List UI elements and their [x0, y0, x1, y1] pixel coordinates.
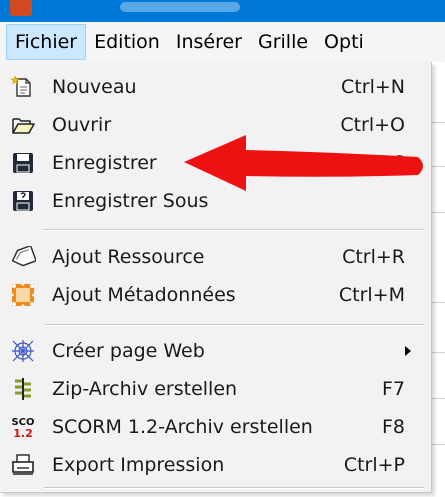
menu-item-zip-archiv[interactable]: Zip-Archiv erstellen F7: [0, 371, 431, 408]
resource-tag-icon: [10, 245, 36, 269]
menu-item-scorm-archiv[interactable]: SCO 1.2 SCORM 1.2-Archiv erstellen F8: [0, 409, 431, 446]
menu-item-shortcut: Ctrl+O: [340, 114, 405, 136]
scorm-icon-bottom-text: 1.2: [13, 427, 33, 440]
menu-edition[interactable]: Edition: [86, 22, 168, 62]
save-as-disk-icon: [10, 189, 36, 213]
menu-item-label: Créer page Web: [52, 340, 205, 362]
menu-inserer[interactable]: Insérer: [168, 22, 250, 62]
menu-item-shortcut: Ctrl+P: [343, 454, 405, 476]
menu-options[interactable]: Opti: [316, 22, 372, 62]
menu-item-label: Ajout Métadonnées: [52, 284, 236, 306]
scorm-icon: SCO 1.2: [10, 415, 36, 440]
background-document-edge: [432, 62, 445, 497]
window-title: [120, 2, 240, 12]
metadata-frame-icon: [10, 283, 36, 307]
menu-separator: [44, 487, 424, 489]
menu-item-label: SCORM 1.2-Archiv erstellen: [52, 416, 313, 438]
menu-item-ouvrir[interactable]: Ouvrir Ctrl+O: [0, 107, 431, 144]
zip-archive-icon: [10, 377, 36, 401]
menu-item-enregistrer[interactable]: Enregistrer Ctrl+S: [0, 145, 431, 182]
menu-separator: [44, 229, 424, 231]
web-page-icon: [10, 339, 36, 363]
open-folder-icon: [10, 113, 36, 137]
menu-item-ajout-ressource[interactable]: Ajout Ressource Ctrl+R: [0, 239, 431, 276]
menu-item-enregistrer-sous[interactable]: Enregistrer Sous: [0, 183, 431, 220]
menu-item-shortcut: Ctrl+S: [343, 152, 405, 174]
app-icon: [10, 0, 32, 16]
menu-item-shortcut: Ctrl+R: [342, 246, 405, 268]
save-disk-icon: [10, 151, 36, 175]
file-menu-dropdown: Nouveau Ctrl+N Ouvrir Ctrl+O Enregistrer…: [0, 62, 432, 493]
menu-item-export-impression[interactable]: Export Impression Ctrl+P: [0, 447, 431, 484]
menu-item-label: Nouveau: [52, 76, 137, 98]
menu-item-ajout-metadonnees[interactable]: Ajout Métadonnées Ctrl+M: [0, 277, 431, 314]
menu-item-shortcut: F7: [381, 378, 405, 400]
menu-item-label: Ajout Ressource: [52, 246, 205, 268]
menu-item-creer-page-web[interactable]: Créer page Web: [0, 333, 431, 370]
menu-item-label: Export Impression: [52, 454, 225, 476]
title-bar[interactable]: [0, 0, 445, 22]
print-export-icon: [10, 453, 36, 477]
menu-item-label: Enregistrer Sous: [52, 190, 209, 212]
menu-separator: [44, 324, 424, 326]
application-window: Fichier Edition Insérer Grille Opti Nouv…: [0, 0, 445, 497]
menu-item-nouveau[interactable]: Nouveau Ctrl+N: [0, 69, 431, 106]
menu-item-label: Enregistrer: [52, 152, 157, 174]
menu-grille[interactable]: Grille: [250, 22, 316, 62]
menu-bar: Fichier Edition Insérer Grille Opti: [0, 22, 445, 63]
submenu-arrow-icon: [405, 346, 411, 356]
menu-fichier[interactable]: Fichier: [6, 24, 87, 60]
menu-item-shortcut: Ctrl+M: [338, 284, 405, 306]
menu-item-shortcut: F8: [381, 416, 405, 438]
menu-item-label: Zip-Archiv erstellen: [52, 378, 238, 400]
menu-item-label: Ouvrir: [52, 114, 112, 136]
new-document-icon: [10, 75, 36, 99]
menu-item-shortcut: Ctrl+N: [341, 76, 405, 98]
